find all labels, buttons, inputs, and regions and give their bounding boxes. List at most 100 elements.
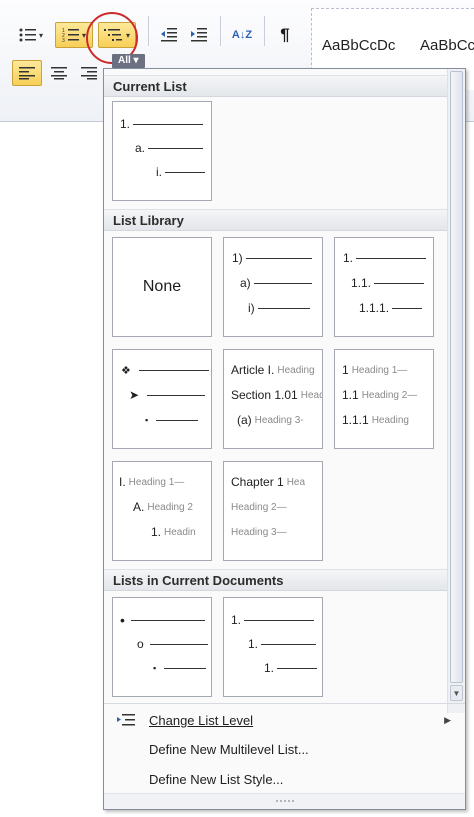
numbering-button[interactable]: 1 2 3 ▾ <box>55 22 93 48</box>
list-gallery: Current List 1. a. i. List Library None … <box>104 69 447 703</box>
line <box>165 171 205 173</box>
heading-label: Heading 3- <box>254 414 304 426</box>
divider <box>220 16 221 46</box>
align-center-button[interactable] <box>46 60 72 86</box>
heading-label: Heading 2 <box>300 389 322 401</box>
list-level-1: 1. <box>120 116 204 132</box>
level-marker: (a) <box>237 413 252 427</box>
list-level-3: 1.1.1 Heading <box>342 412 409 428</box>
level-marker: 1 <box>342 363 349 377</box>
library-tile-parenthesis[interactable]: 1) a) i) <box>223 237 323 337</box>
level-marker: 1. <box>248 637 259 651</box>
line <box>277 667 318 669</box>
list-level-2: 1.1. <box>351 275 425 291</box>
library-tile-decimal[interactable]: 1. 1.1. 1.1.1. <box>334 237 434 337</box>
align-left-icon <box>19 67 35 80</box>
list-level-1: 1. <box>231 612 315 628</box>
level-marker: Chapter 1 <box>231 475 284 489</box>
library-tile-heading-decimal[interactable]: 1 Heading 1— 1.1 Heading 2— 1.1.1 Heading <box>334 349 434 449</box>
line <box>392 307 423 309</box>
line <box>138 369 209 371</box>
list-level-1: 1. <box>343 250 427 266</box>
line <box>244 619 315 621</box>
level-marker: i. <box>156 165 162 179</box>
scrollbar-thumb[interactable] <box>450 71 463 683</box>
submenu-arrow-icon: ▶ <box>444 714 451 725</box>
library-tile-none[interactable]: None <box>112 237 212 337</box>
divider <box>264 16 265 46</box>
list-level-3: i. <box>156 164 205 180</box>
circle-bullet-icon: o <box>137 637 144 651</box>
decrease-indent-button[interactable] <box>156 22 182 48</box>
gallery-scrollbar[interactable]: ▼ <box>447 69 465 713</box>
library-tile-roman-heading[interactable]: I. Heading 1— A. Heading 2 1. Headin <box>112 461 212 561</box>
line <box>130 619 205 621</box>
change-list-level-item[interactable]: Change List Level ▶ <box>104 706 465 734</box>
align-center-icon <box>51 67 67 80</box>
list-level-1: Chapter 1 Hea <box>231 474 305 490</box>
align-right-button[interactable] <box>76 60 102 86</box>
scroll-down-arrow-icon[interactable]: ▼ <box>450 685 463 701</box>
heading-label: Heading 3— <box>231 526 287 538</box>
level-marker: 1. <box>151 525 162 539</box>
change-list-level-label: Change List Level <box>149 712 254 728</box>
decrease-indent-icon <box>161 28 177 42</box>
bullets-button[interactable]: ▾ <box>12 22 50 48</box>
level-marker: 1. <box>120 117 131 131</box>
style-no-spacing[interactable]: AaBbCc <box>420 37 474 54</box>
list-level-2: 1.1 Heading 2— <box>342 387 417 403</box>
list-level-3: ▪ <box>145 412 199 428</box>
chevron-down-icon: ▾ <box>38 30 43 40</box>
show-formatting-button[interactable]: ¶ <box>272 22 298 48</box>
multilevel-list-button[interactable]: ▾ <box>98 22 136 48</box>
chevron-down-icon: ▾ <box>125 30 130 40</box>
line <box>253 282 312 284</box>
heading-label: Heading 2— <box>361 389 418 401</box>
chevron-down-icon: ▾ <box>81 30 86 40</box>
list-level-2: 1. <box>248 636 317 652</box>
level-marker: 1.1.1 <box>342 413 369 427</box>
resize-grip[interactable] <box>104 793 465 809</box>
list-level-1: I. Heading 1— <box>119 474 184 490</box>
define-new-multilevel-list-item[interactable]: Define New Multilevel List... <box>104 735 465 763</box>
align-left-button[interactable] <box>12 60 42 86</box>
library-tile-bullets[interactable]: ❖ ➤ ▪ <box>112 349 212 449</box>
list-level-1: 1 Heading 1— <box>342 362 407 378</box>
list-level-3: ▪ <box>153 660 207 676</box>
line <box>374 282 425 284</box>
increase-indent-button[interactable] <box>186 22 212 48</box>
bullet-icon: • <box>120 612 125 628</box>
document-tile-bullets[interactable]: • o ▪ <box>112 597 212 697</box>
level-marker: 1. <box>264 661 275 675</box>
document-tile-decimal[interactable]: 1. 1. 1. <box>223 597 323 697</box>
all-tag[interactable]: All ▾ <box>112 54 145 68</box>
level-marker: 1. <box>231 613 242 627</box>
none-label: None <box>142 278 182 295</box>
section-lists-in-current-documents: Lists in Current Documents <box>104 569 447 591</box>
square-bullet-icon: ▪ <box>153 663 157 673</box>
line <box>148 147 204 149</box>
level-marker: 1.1. <box>351 276 372 290</box>
arrow-bullet-icon: ➤ <box>129 388 140 402</box>
list-level-1: Article I. Heading <box>231 362 315 378</box>
line <box>149 643 208 645</box>
style-normal[interactable]: AaBbCcDc <box>322 37 395 54</box>
library-tile-chapter[interactable]: Chapter 1 Hea Heading 2— Heading 3— <box>223 461 323 561</box>
level-marker: A. <box>133 500 145 514</box>
heading-label: Hea <box>286 476 306 488</box>
line <box>356 257 427 259</box>
current-list-tile[interactable]: 1. a. i. <box>112 101 212 201</box>
list-level-3: (a) Heading 3- <box>237 412 304 428</box>
increase-indent-icon <box>191 28 207 42</box>
list-level-1: 1) <box>232 250 312 266</box>
level-marker: a) <box>240 276 251 290</box>
level-marker: 1.1.1. <box>359 301 390 315</box>
divider <box>148 16 149 46</box>
define-new-list-style-label: Define New List Style... <box>149 771 284 787</box>
change-list-level-icon <box>117 714 135 726</box>
level-marker: i) <box>248 301 255 315</box>
list-level-3: i) <box>248 300 310 316</box>
define-new-list-style-item[interactable]: Define New List Style... <box>104 765 465 793</box>
library-tile-article[interactable]: Article I.Heading Section 1.01Heading 2 … <box>223 349 323 449</box>
sort-button[interactable]: A↓Z <box>228 20 256 50</box>
